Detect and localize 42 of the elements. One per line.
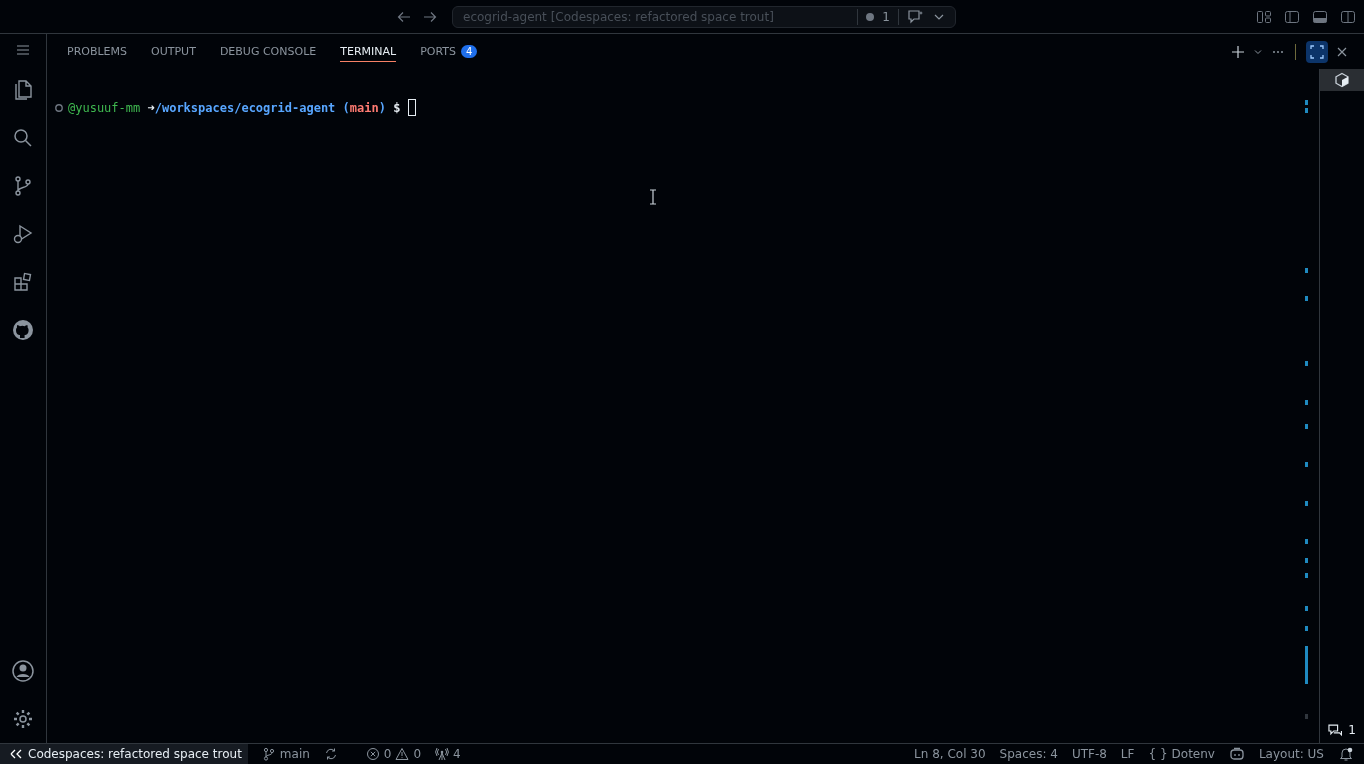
- terminal-tab[interactable]: [1320, 69, 1364, 91]
- problems-count: 1: [882, 9, 890, 24]
- panel-toggle-icon[interactable]: [1312, 8, 1328, 25]
- run-debug-icon[interactable]: [11, 222, 35, 246]
- problems-indicator[interactable]: 0 0: [365, 747, 422, 761]
- secondary-sidebar-icon[interactable]: [1340, 8, 1356, 25]
- count-badge: 4: [461, 45, 478, 58]
- chat-icon[interactable]: [907, 8, 925, 25]
- encoding-indicator[interactable]: UTF-8: [1071, 747, 1107, 761]
- chat-icon: [1328, 723, 1344, 737]
- plus-icon[interactable]: [1231, 44, 1245, 59]
- panel-tab[interactable]: PROBLEMS: [67, 41, 128, 62]
- terminal-area[interactable]: @yusuuf-mm ➜/workspaces/ecogrid-agent (main) $: [47, 69, 1305, 743]
- sync-icon[interactable]: [323, 747, 338, 761]
- branch-indicator[interactable]: main: [261, 747, 310, 761]
- notification-bell-icon[interactable]: [1338, 746, 1354, 762]
- keyboard-layout-indicator[interactable]: Layout: US: [1258, 747, 1324, 761]
- sidebar-toggle-icon[interactable]: [1284, 8, 1300, 25]
- layout-icon[interactable]: [1256, 8, 1272, 25]
- close-icon[interactable]: [1336, 45, 1348, 58]
- cube-icon: [1334, 72, 1350, 88]
- panel-tab[interactable]: DEBUG CONSOLE: [219, 41, 317, 62]
- i-beam-cursor-icon: [649, 189, 657, 205]
- panel-tab[interactable]: TERMINAL: [340, 41, 397, 62]
- panel-tab[interactable]: OUTPUT: [151, 41, 196, 62]
- cursor-position[interactable]: Ln 8, Col 30: [914, 747, 986, 761]
- maximize-button[interactable]: [1306, 40, 1328, 63]
- ports-indicator[interactable]: 4: [435, 747, 461, 761]
- chat-count[interactable]: 1: [1320, 723, 1364, 743]
- panel-tab[interactable]: PORTS 4: [420, 41, 478, 62]
- text-cursor: [408, 99, 417, 116]
- language-indicator[interactable]: { } Dotenv: [1148, 747, 1215, 761]
- remote-indicator[interactable]: Codespaces: refactored space trout: [0, 744, 248, 764]
- account-icon[interactable]: [11, 659, 35, 683]
- dot-icon: [866, 12, 875, 21]
- line-ending-indicator[interactable]: LF: [1120, 747, 1135, 761]
- settings-icon[interactable]: [11, 707, 35, 731]
- command-status-icon: [54, 102, 64, 113]
- indentation-indicator[interactable]: Spaces: 4: [999, 747, 1058, 761]
- github-icon[interactable]: [11, 318, 35, 342]
- terminal-prompt: @yusuuf-mm ➜/workspaces/ecogrid-agent (main) $: [68, 100, 401, 115]
- command-center[interactable]: ecogrid-agent [Codespaces: refactored space trout] 1: [452, 5, 956, 28]
